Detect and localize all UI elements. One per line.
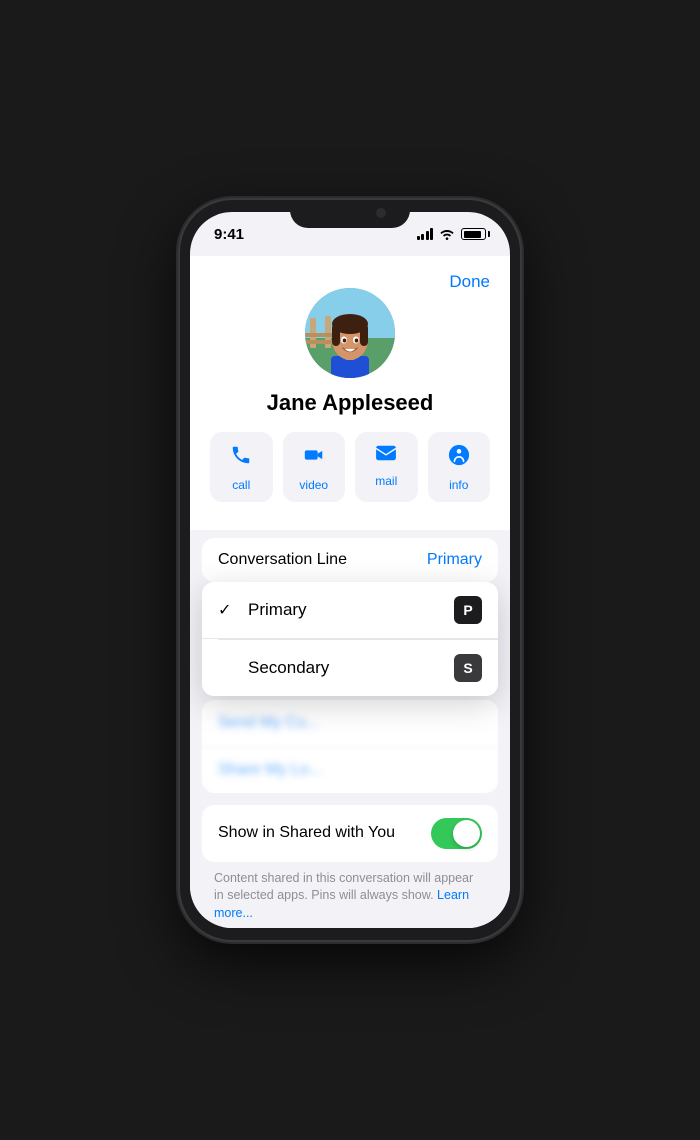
phone-screen: 9:41 Done bbox=[190, 212, 510, 928]
done-button[interactable]: Done bbox=[449, 272, 490, 292]
secondary-badge: S bbox=[454, 654, 482, 682]
show-in-shared-row: Show in Shared with You bbox=[202, 805, 498, 862]
call-label: call bbox=[232, 478, 250, 492]
info-person-icon bbox=[448, 444, 470, 472]
signal-bars-icon bbox=[417, 228, 434, 240]
avatar-container bbox=[206, 288, 494, 378]
conversation-line-value: Primary bbox=[427, 551, 482, 569]
dropdown-item-secondary-left: ✓ Secondary bbox=[218, 658, 329, 678]
conversation-line-row[interactable]: Conversation Line Primary bbox=[202, 538, 498, 582]
mail-icon bbox=[375, 444, 397, 468]
battery-icon bbox=[461, 228, 486, 240]
call-icon bbox=[230, 444, 252, 472]
contact-card: Done bbox=[190, 256, 510, 530]
show-in-shared-label: Show in Shared with You bbox=[218, 824, 395, 842]
action-buttons: call video bbox=[206, 432, 494, 502]
show-in-shared-toggle[interactable] bbox=[431, 818, 482, 849]
phone-frame: 9:41 Done bbox=[180, 200, 520, 940]
primary-badge-letter: P bbox=[463, 602, 472, 618]
video-icon bbox=[303, 444, 325, 472]
info-button[interactable]: info bbox=[428, 432, 491, 502]
conversation-line-dropdown: ✓ Primary P ✓ bbox=[202, 582, 498, 696]
avatar bbox=[305, 288, 395, 378]
wifi-icon bbox=[439, 228, 455, 240]
call-button[interactable]: call bbox=[210, 432, 273, 502]
mail-button[interactable]: mail bbox=[355, 432, 418, 502]
secondary-badge-letter: S bbox=[463, 660, 472, 676]
blurred-rows-container: Send My Cu... Share My Lo... bbox=[202, 700, 498, 793]
shared-with-you-card: Show in Shared with You bbox=[202, 805, 498, 862]
primary-badge: P bbox=[454, 596, 482, 624]
dropdown-item-primary-left: ✓ Primary bbox=[218, 600, 307, 620]
main-sheet: Done bbox=[190, 256, 510, 928]
info-label: info bbox=[449, 478, 468, 492]
dropdown-item-secondary[interactable]: ✓ Secondary S bbox=[202, 640, 498, 696]
notch bbox=[290, 200, 410, 228]
avatar-image bbox=[305, 288, 395, 378]
notch-camera bbox=[376, 208, 386, 218]
conversation-line-card: Conversation Line Primary bbox=[202, 538, 498, 582]
status-time: 9:41 bbox=[214, 226, 244, 243]
dropdown-popup: ✓ Primary P ✓ bbox=[202, 582, 498, 696]
shared-subtext: Content shared in this conversation will… bbox=[214, 870, 486, 923]
video-button[interactable]: video bbox=[283, 432, 346, 502]
dropdown-primary-label: Primary bbox=[248, 600, 307, 620]
contact-name: Jane Appleseed bbox=[206, 390, 494, 416]
conversation-line-label: Conversation Line bbox=[218, 551, 347, 569]
checkmark-icon: ✓ bbox=[218, 600, 238, 620]
dropdown-item-primary[interactable]: ✓ Primary P bbox=[202, 582, 498, 639]
blur-overlay bbox=[202, 700, 498, 793]
video-label: video bbox=[299, 478, 328, 492]
mail-label: mail bbox=[375, 474, 397, 488]
dropdown-secondary-label: Secondary bbox=[248, 658, 329, 678]
status-icons bbox=[417, 228, 487, 240]
